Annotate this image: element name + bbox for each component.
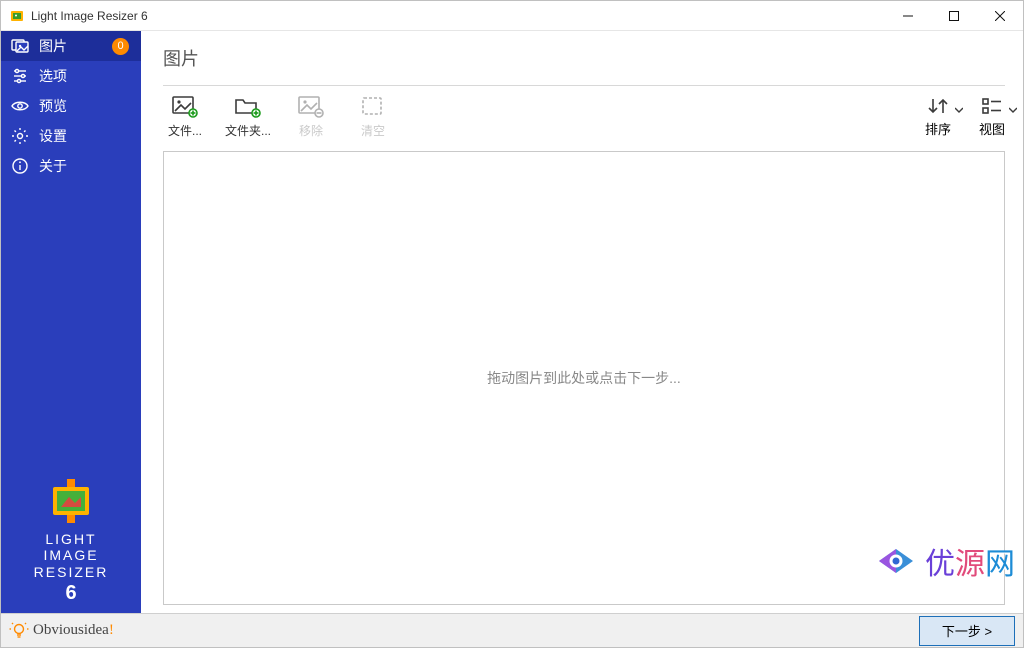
toolbar-label: 文件夹... [225,122,271,139]
sidebar-item-label: 关于 [39,156,67,176]
toolbar: 文件... 文件夹... [163,96,1005,139]
images-icon [11,37,29,55]
divider [163,85,1005,86]
image-drop-zone[interactable]: 拖动图片到此处或点击下一步... [163,151,1005,605]
brand-line: IMAGE [1,547,141,564]
sidebar-item-label: 预览 [39,96,67,116]
maximize-button[interactable] [931,1,977,31]
toolbar-label: 排序 [925,119,951,138]
chevron-down-icon [1009,102,1017,117]
close-button[interactable] [977,1,1023,31]
sidebar-item-images[interactable]: 图片 0 [1,31,141,61]
vendor-brand-bang: ! [109,622,114,638]
toolbar-label: 清空 [361,122,385,139]
shell: 图片 0 选项 预览 [1,31,1023,613]
folder-add-icon [235,96,261,118]
clear-icon [360,96,386,118]
sidebar-item-label: 图片 [39,36,67,56]
titlebar: Light Image Resizer 6 [1,1,1023,31]
sidebar: 图片 0 选项 预览 [1,31,141,613]
sidebar-item-settings[interactable]: 设置 [1,121,141,151]
clear-button: 清空 [351,96,395,139]
sliders-icon [11,67,29,85]
image-add-icon [172,96,198,118]
content-pane: 图片 文件... [141,31,1023,613]
brand-block: LIGHT IMAGE RESIZER 6 [1,477,141,613]
view-dropdown[interactable]: 视图 [979,96,1005,138]
sort-icon [927,96,949,119]
app-icon [9,8,25,24]
window-title: Light Image Resizer 6 [31,9,148,23]
minimize-button[interactable] [885,1,931,31]
chevron-down-icon [955,102,963,117]
sidebar-item-label: 设置 [39,126,67,146]
eye-icon [11,97,29,115]
brand-line: RESIZER [1,564,141,581]
footer: Obviousidea! 下一步 > [1,613,1023,647]
remove-button: 移除 [289,96,333,139]
next-button[interactable]: 下一步 > [919,616,1015,646]
sidebar-item-options[interactable]: 选项 [1,61,141,91]
toolbar-label: 文件... [168,122,202,139]
info-icon [11,157,29,175]
toolbar-label: 移除 [299,122,323,139]
toolbar-label: 视图 [979,119,1005,138]
brand-line: 6 [1,581,141,605]
vendor-brand-text: Obviousidea [33,622,109,638]
brand-text: LIGHT IMAGE RESIZER 6 [1,531,141,605]
images-count-badge: 0 [112,38,129,55]
image-remove-icon [298,96,324,118]
sidebar-item-label: 选项 [39,66,67,86]
add-folder-button[interactable]: 文件夹... [225,96,271,139]
sidebar-item-preview[interactable]: 预览 [1,91,141,121]
gear-icon [11,127,29,145]
sidebar-item-about[interactable]: 关于 [1,151,141,181]
view-icon [981,96,1003,119]
drop-hint-text: 拖动图片到此处或点击下一步... [487,368,681,388]
page-title: 图片 [163,45,1005,71]
sort-dropdown[interactable]: 排序 [925,96,951,138]
brand-line: LIGHT [1,531,141,548]
lightbulb-icon [9,621,29,641]
vendor-brand[interactable]: Obviousidea! [33,622,114,639]
add-file-button[interactable]: 文件... [163,96,207,139]
brand-logo-icon [47,477,95,525]
